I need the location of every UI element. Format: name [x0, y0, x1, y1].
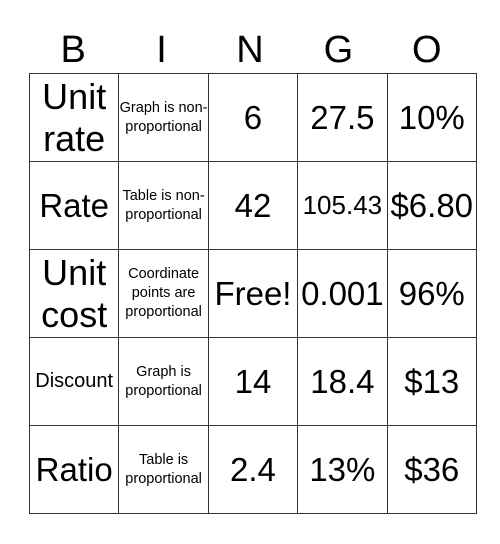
bingo-cell[interactable]: 13% [297, 425, 388, 514]
grid-row: Discount Graph is proportional 14 18.4 $… [28, 337, 477, 426]
bingo-cell[interactable]: Coordinate points are proportional [118, 249, 209, 338]
bingo-cell[interactable]: Unit rate [28, 73, 120, 162]
bingo-cell[interactable]: $36 [386, 425, 477, 514]
bingo-cell[interactable]: 10% [386, 73, 477, 162]
bingo-cell[interactable]: 27.5 [297, 73, 388, 162]
bingo-cell[interactable]: Graph is proportional [118, 337, 209, 426]
grid-row: Unit rate Graph is non-proportional 6 27… [28, 73, 477, 162]
free-space-cell[interactable]: Free! [207, 249, 299, 338]
bingo-cell[interactable]: Graph is non-proportional [118, 73, 209, 162]
bingo-cell[interactable]: Discount [28, 337, 120, 426]
bingo-cell[interactable]: $6.80 [386, 161, 477, 250]
header-letter-i: I [156, 29, 167, 71]
header-letter-n: N [236, 29, 264, 71]
bingo-cell[interactable]: 6 [207, 73, 299, 162]
header-letter-g: G [323, 29, 354, 71]
bingo-cell[interactable]: Table is non-proportional [118, 161, 209, 250]
header-letter-o: O [411, 29, 442, 71]
bingo-cell[interactable]: 42 [207, 161, 299, 250]
grid-row: Unit cost Coordinate points are proporti… [28, 249, 477, 338]
bingo-cell[interactable]: 0.001 [297, 249, 388, 338]
bingo-cell[interactable]: 18.4 [297, 337, 388, 426]
grid-row: Rate Table is non-proportional 42 105.43… [28, 161, 477, 250]
bingo-cell[interactable]: Rate [28, 161, 120, 250]
bingo-cell[interactable]: 96% [386, 249, 477, 338]
bingo-cell[interactable]: 2.4 [207, 425, 299, 514]
bingo-cell[interactable]: $13 [386, 337, 477, 426]
bingo-cell[interactable]: Ratio [28, 425, 120, 514]
bingo-cell[interactable]: Table is proportional [118, 425, 209, 514]
bingo-grid: Unit rate Graph is non-proportional 6 27… [28, 73, 477, 514]
bingo-cell[interactable]: 14 [207, 337, 299, 426]
grid-row: Ratio Table is proportional 2.4 13% $36 [28, 425, 477, 514]
bingo-cell[interactable]: 105.43 [297, 161, 388, 250]
bingo-header: B I N G O [29, 28, 471, 72]
bingo-cell[interactable]: Unit cost [28, 249, 120, 338]
header-letter-b: B [60, 29, 86, 71]
